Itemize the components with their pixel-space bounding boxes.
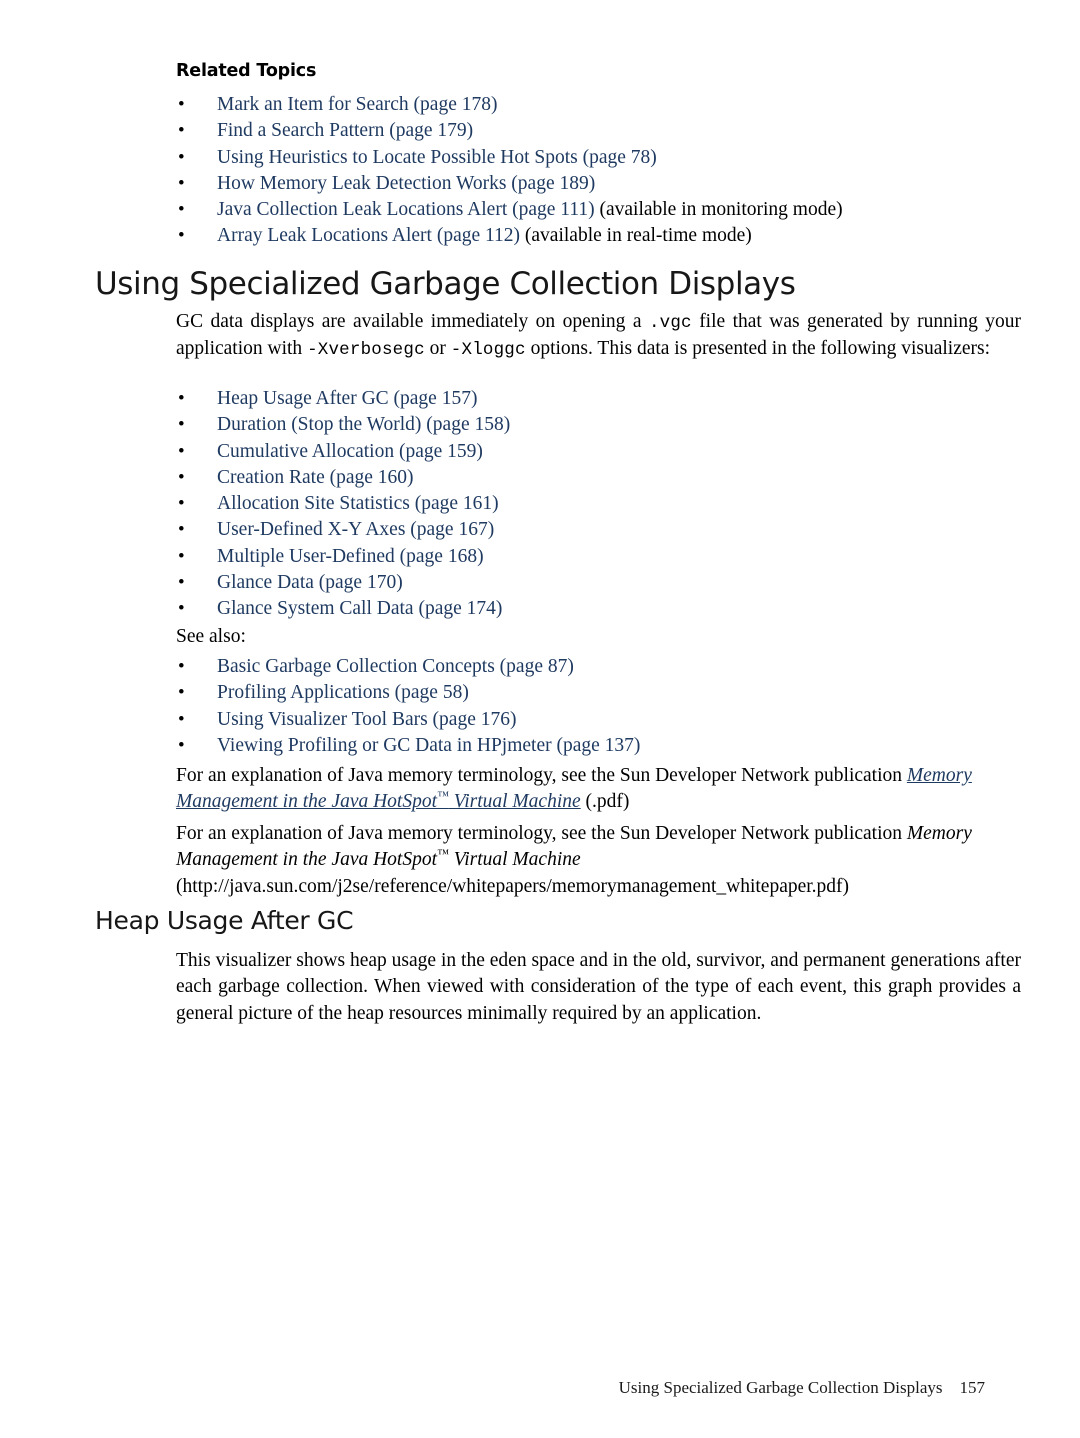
memory-management-title-tail-2: Virtual Machine <box>448 849 581 871</box>
reference-paragraph-2: For an explanation of Java memory termin… <box>176 821 1021 900</box>
list-item: • How Memory Leak Detection Works (page 1… <box>0 171 1080 197</box>
intro-text-1: GC data displays are available immediate… <box>176 311 649 332</box>
visualizer-link-8[interactable]: Glance System Call Data (page 174) <box>217 596 502 622</box>
related-topic-link-2[interactable]: Using Heuristics to Locate Possible Hot … <box>217 145 657 171</box>
bullet-icon: • <box>178 199 185 221</box>
visualizer-link-2[interactable]: Cumulative Allocation (page 159) <box>217 439 483 465</box>
list-item: • Cumulative Allocation (page 159) <box>0 439 1080 465</box>
see-also-label: See also: <box>176 626 246 647</box>
bullet-icon: • <box>178 94 185 115</box>
memory-management-title-tail-1: Virtual Machine <box>448 791 581 813</box>
reference-1-lead: For an explanation of Java memory termin… <box>176 765 907 786</box>
bullet-icon: • <box>178 598 185 620</box>
intro-paragraph: GC data displays are available immediate… <box>176 309 1021 364</box>
trademark-symbol-1: ™ <box>437 788 449 803</box>
list-item: • Glance Data (page 170) <box>0 570 1080 596</box>
bullet-icon: • <box>178 682 185 704</box>
footer-page-number: 157 <box>959 1378 986 1397</box>
page-footer: Using Specialized Garbage Collection Dis… <box>0 1378 985 1398</box>
list-item: • Heap Usage After GC (page 157) <box>0 386 1080 412</box>
intro-text-4: options. This data is presented in the f… <box>525 338 991 360</box>
bullet-icon: • <box>178 225 185 247</box>
footer-title: Using Specialized Garbage Collection Dis… <box>618 1378 943 1397</box>
visualizers-list: • Heap Usage After GC (page 157) • Duration… <box>0 386 1080 623</box>
bullet-icon: • <box>178 120 185 142</box>
related-topic-note-5: (available in real-time mode) <box>520 225 752 247</box>
bullet-icon: • <box>178 656 185 677</box>
related-topic-link-3[interactable]: How Memory Leak Detection Works (page 18… <box>217 171 595 197</box>
bullet-icon: • <box>178 708 185 730</box>
bullet-icon: • <box>178 414 185 436</box>
see-also-list: • Basic Garbage Collection Concepts (page… <box>0 654 1080 759</box>
list-item: • Duration (Stop the World) (page 158) <box>0 412 1080 438</box>
visualizer-link-5[interactable]: User-Defined X-Y Axes (page 167) <box>217 517 494 543</box>
list-item: • Java Collection Leak Locations Alert (p… <box>0 197 1080 223</box>
visualizer-link-6[interactable]: Multiple User-Defined (page 168) <box>217 544 484 570</box>
list-item: • Multiple User-Defined (page 168) <box>0 544 1080 570</box>
bullet-icon: • <box>178 519 185 541</box>
related-topic-link-4[interactable]: Java Collection Leak Locations Alert (pa… <box>217 197 843 223</box>
see-also-link-1[interactable]: Profiling Applications (page 58) <box>217 680 469 706</box>
code-xverbosegc: -Xverbosegc <box>307 340 425 361</box>
list-item: • User-Defined X-Y Axes (page 167) <box>0 517 1080 543</box>
intro-text-3: or <box>424 338 451 360</box>
see-also-link-2[interactable]: Using Visualizer Tool Bars (page 176) <box>217 707 516 733</box>
list-item: • Allocation Site Statistics (page 161) <box>0 491 1080 517</box>
list-item: • Find a Search Pattern (page 179) <box>0 118 1080 144</box>
heap-usage-heading: Heap Usage After GC <box>95 906 354 935</box>
code-xloggc: -Xloggc <box>450 340 526 361</box>
reference-1-tail: (.pdf) <box>580 791 630 813</box>
reference-paragraph-1: For an explanation of Java memory termin… <box>176 763 1021 816</box>
bullet-icon: • <box>178 388 185 409</box>
related-topics-heading: Related Topics <box>176 61 317 81</box>
visualizer-link-1[interactable]: Duration (Stop the World) (page 158) <box>217 412 510 438</box>
list-item: • Creation Rate (page 160) <box>0 465 1080 491</box>
bullet-icon: • <box>178 172 185 194</box>
code-vgc: .vgc <box>648 313 692 333</box>
list-item: • Array Leak Locations Alert (page 112) (… <box>0 223 1080 249</box>
list-item: • Using Visualizer Tool Bars (page 176) <box>0 707 1080 733</box>
bullet-icon: • <box>178 734 185 756</box>
bullet-icon: • <box>178 572 185 594</box>
bullet-icon: • <box>178 545 185 567</box>
memory-management-url: (http://java.sun.com/j2se/reference/whit… <box>176 875 850 897</box>
visualizer-link-4[interactable]: Allocation Site Statistics (page 161) <box>217 491 499 517</box>
list-item: • Profiling Applications (page 58) <box>0 680 1080 706</box>
bullet-icon: • <box>178 493 185 515</box>
list-item: • Mark an Item for Search (page 178) <box>0 92 1080 118</box>
list-item: • Glance System Call Data (page 174) <box>0 596 1080 622</box>
related-topic-note-4: (available in monitoring mode) <box>594 199 843 221</box>
reference-2-lead: For an explanation of Java memory termin… <box>176 823 907 844</box>
bullet-icon: • <box>178 466 185 488</box>
visualizer-link-0[interactable]: Heap Usage After GC (page 157) <box>217 386 477 412</box>
bullet-icon: • <box>178 440 185 462</box>
list-item: • Using Heuristics to Locate Possible Hot… <box>0 145 1080 171</box>
visualizer-link-7[interactable]: Glance Data (page 170) <box>217 570 403 596</box>
list-item: • Basic Garbage Collection Concepts (page… <box>0 654 1080 680</box>
list-item: • Viewing Profiling or GC Data in HPjmete… <box>0 733 1080 759</box>
trademark-symbol-2: ™ <box>437 846 449 861</box>
related-topic-link-0[interactable]: Mark an Item for Search (page 178) <box>217 92 497 118</box>
see-also-link-0[interactable]: Basic Garbage Collection Concepts (page … <box>217 654 574 680</box>
bullet-icon: • <box>178 146 185 168</box>
see-also-link-3[interactable]: Viewing Profiling or GC Data in HPjmeter… <box>217 733 640 759</box>
related-topics-list: • Mark an Item for Search (page 178) • Find… <box>0 92 1080 250</box>
heap-usage-paragraph: This visualizer shows heap usage in the … <box>176 950 1021 1024</box>
visualizer-link-3[interactable]: Creation Rate (page 160) <box>217 465 414 491</box>
document-page: Related Topics • Mark an Item for Search … <box>0 0 1080 1438</box>
related-topic-link-5[interactable]: Array Leak Locations Alert (page 112) (a… <box>217 223 752 249</box>
page-title: Using Specialized Garbage Collection Dis… <box>95 266 796 302</box>
related-topic-link-1[interactable]: Find a Search Pattern (page 179) <box>217 118 473 144</box>
